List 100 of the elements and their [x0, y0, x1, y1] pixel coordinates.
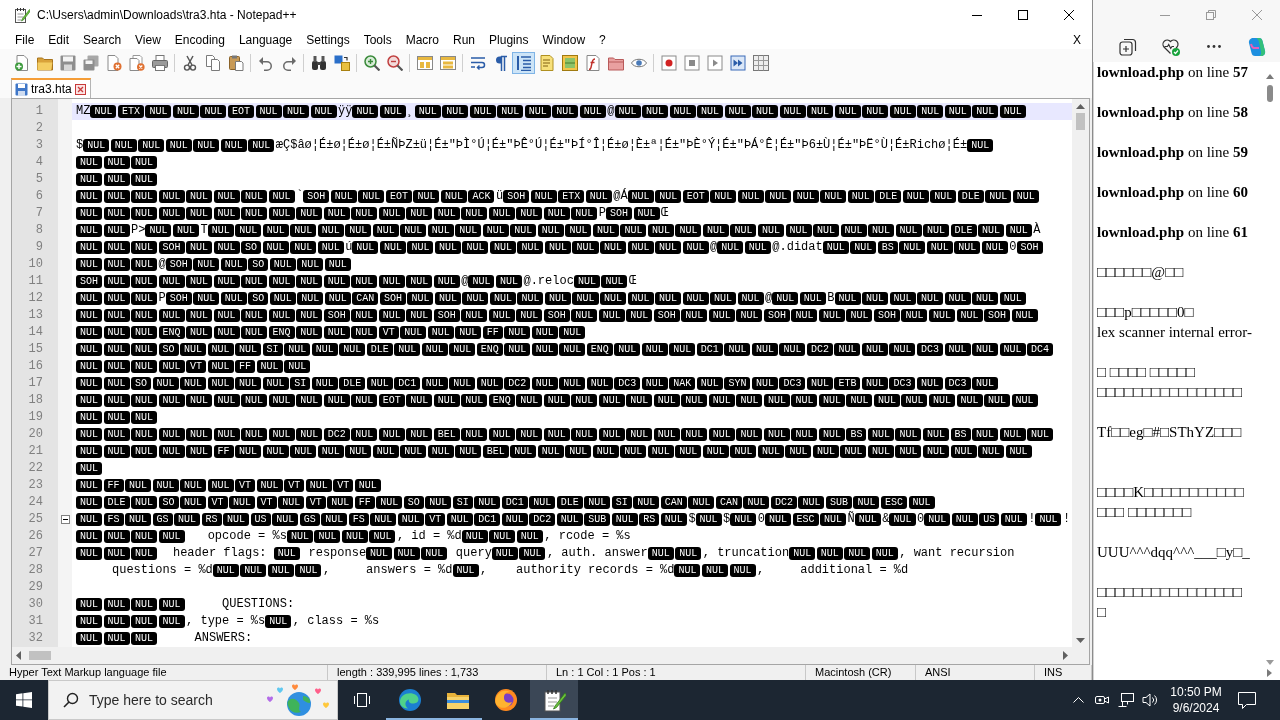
control-character: NUL [873, 394, 900, 407]
control-character: NUL [131, 547, 158, 560]
file-tab[interactable]: tra3.hta [11, 78, 91, 98]
control-character: NUL [840, 224, 867, 237]
scroll-right-arrow-icon[interactable] [1267, 668, 1272, 677]
search-box[interactable]: Type here to search [48, 680, 338, 720]
menu-item[interactable]: Search [76, 30, 129, 49]
indent-guide-button[interactable] [512, 51, 535, 74]
control-character: NUL [131, 496, 158, 509]
speaker-icon[interactable] [1142, 693, 1158, 707]
menu-item[interactable]: View [128, 30, 168, 49]
control-character: VT [256, 496, 277, 509]
control-character: NUL [283, 105, 310, 118]
control-character: FS [348, 513, 369, 526]
control-character: NUL [531, 377, 558, 390]
control-character: NUL [999, 292, 1026, 305]
control-character: NUL [378, 275, 405, 288]
heart-pulse-check-icon[interactable] [1162, 37, 1180, 56]
menu-item[interactable]: Window [535, 30, 593, 49]
code-text: , type = %s [186, 613, 266, 630]
scroll-down-arrow-icon[interactable] [1076, 638, 1085, 643]
control-character: NUL [158, 530, 185, 543]
menu-item[interactable]: File [8, 30, 42, 49]
scroll-left-arrow-icon[interactable] [16, 651, 21, 660]
chevron-up-icon[interactable] [1072, 697, 1084, 703]
squares-arrow-icon [333, 54, 350, 71]
control-character: NUL [516, 428, 543, 441]
menu-item[interactable]: Encoding [167, 30, 232, 49]
search-input[interactable]: Type here to search [89, 689, 239, 711]
close-document-button[interactable]: X [1066, 30, 1088, 49]
clock-button[interactable]: 10:50 PM 9/6/2024 [1162, 680, 1230, 720]
line-number: 12 [27, 290, 44, 307]
control-character: NUL [207, 377, 234, 390]
control-character: NUL [324, 292, 351, 305]
speech-bubble-icon[interactable] [1238, 691, 1256, 709]
control-character: NUL [449, 343, 476, 356]
control-character: DLE [366, 343, 393, 356]
control-character: NUL [844, 547, 871, 560]
control-character: NUL [400, 224, 427, 237]
control-character: NUL [131, 445, 158, 458]
page-text: □□□ □□□□□□□ [1097, 503, 1192, 522]
control-character: NUL [400, 326, 427, 339]
maximize-icon[interactable] [1018, 10, 1028, 20]
minimize-icon[interactable] [972, 14, 982, 16]
menu-item[interactable]: Macro [398, 30, 446, 49]
scroll-up-arrow-icon[interactable] [1265, 74, 1274, 79]
control-character: NUL [207, 224, 234, 237]
scrollbar-thumb[interactable] [1076, 113, 1085, 130]
control-character: NUL [674, 564, 701, 577]
menu-item[interactable]: Plugins [482, 30, 536, 49]
control-character: NUL [972, 292, 999, 305]
tabs-plus-icon[interactable] [1119, 37, 1137, 56]
menu-item[interactable]: ? [592, 30, 613, 49]
control-character: NUL [207, 479, 234, 492]
control-character: NUL [791, 428, 818, 441]
control-character: NUL [462, 292, 489, 305]
taskbar-app-button[interactable] [530, 680, 578, 720]
control-character: NUL [296, 309, 323, 322]
control-character: NUL [76, 462, 102, 475]
control-character: NUL [138, 139, 165, 152]
scroll-down-arrow-icon[interactable] [1265, 660, 1274, 665]
menu-item[interactable]: Settings [299, 30, 357, 49]
control-character: NUL [571, 309, 598, 322]
control-character: NUL [751, 377, 778, 390]
network-icon[interactable] [1118, 693, 1134, 707]
control-character: NUL [297, 292, 324, 305]
menu-item[interactable]: Language [231, 30, 300, 49]
control-character: NUL [310, 105, 337, 118]
fold-minus-icon[interactable] [60, 515, 70, 524]
more-icon[interactable] [1207, 45, 1221, 48]
code-text: @.didat [772, 239, 823, 256]
menu-item[interactable]: Edit [41, 30, 77, 49]
control-character: NUL [110, 139, 137, 152]
control-character: NUL [131, 632, 158, 645]
scrollbar-thumb[interactable] [29, 651, 51, 660]
scroll-up-arrow-icon[interactable] [1076, 104, 1085, 109]
restore-icon[interactable] [1206, 10, 1216, 20]
control-character: NUL [269, 292, 296, 305]
control-character: NUL [1011, 309, 1038, 322]
scroll-right-arrow-icon[interactable] [1063, 651, 1068, 660]
control-character: NUL [452, 564, 479, 577]
control-character: DC1 [696, 343, 723, 356]
control-character: NUL [366, 377, 393, 390]
control-character: NUL [268, 428, 295, 441]
code-text: ANSWERS: [193, 630, 253, 647]
scrollbar-thumb[interactable] [1266, 85, 1273, 102]
control-character: NUL [571, 394, 598, 407]
horizontal-scrollbar[interactable] [12, 647, 1072, 664]
video-camera-icon[interactable] [1095, 693, 1109, 707]
control-character: NUL [446, 513, 473, 526]
close-icon[interactable] [1064, 10, 1074, 20]
menu-item[interactable]: Tools [356, 30, 399, 49]
menu-item[interactable]: Run [446, 30, 483, 49]
control-character: NUL [999, 428, 1026, 441]
control-character: NUL [200, 105, 227, 118]
vertical-scrollbar[interactable] [1072, 99, 1089, 647]
control-character: NUL [351, 275, 378, 288]
swirl-logo-icon[interactable] [1246, 35, 1268, 58]
control-character: NUL [944, 343, 971, 356]
control-character: NUL [180, 343, 207, 356]
